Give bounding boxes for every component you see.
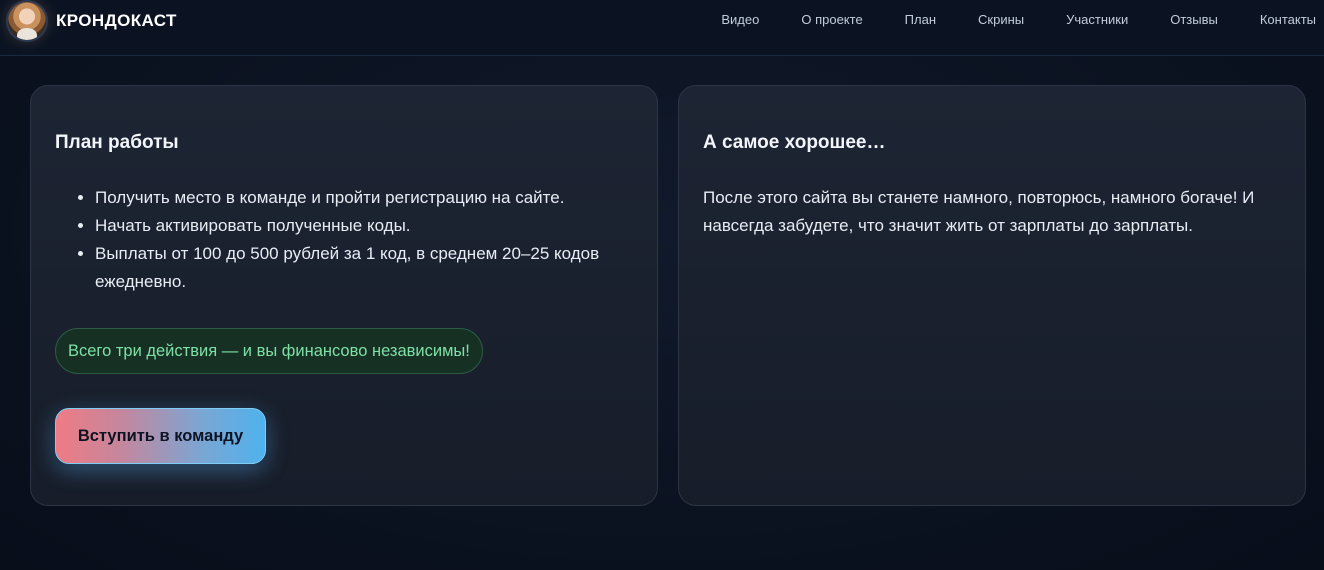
nav-link-members[interactable]: Участники [1066,12,1128,27]
site-header: КРОНДОКАСТ Видео О проекте План Скрины У… [0,0,1324,56]
main-nav: Видео О проекте План Скрины Участники От… [721,12,1316,27]
best-title: А самое хорошее… [703,132,886,153]
nav-link-contacts[interactable]: Контакты [1260,12,1316,27]
plan-card: План работы Получить место в команде и п… [30,85,658,506]
nav-link-screens[interactable]: Скрины [978,12,1024,27]
plan-list: Получить место в команде и пройти регист… [55,184,633,296]
highlight-badge: Всего три действия — и вы финансово неза… [55,328,483,374]
join-team-button[interactable]: Вступить в команду [55,408,266,464]
nav-link-about[interactable]: О проекте [801,12,862,27]
nav-link-plan[interactable]: План [905,12,936,27]
avatar [8,2,46,40]
plan-title: План работы [55,132,179,153]
plan-step-2: Начать активировать полученные коды. [95,212,633,240]
brand-name: КРОНДОКАСТ [56,11,177,30]
brand[interactable]: КРОНДОКАСТ [8,2,177,40]
plan-step-3: Выплаты от 100 до 500 рублей за 1 код, в… [95,240,633,296]
best-card: А самое хорошее… После этого сайта вы ст… [678,85,1306,506]
plan-step-1: Получить место в команде и пройти регист… [95,184,633,212]
best-text: После этого сайта вы станете намного, по… [703,188,1255,235]
nav-link-video[interactable]: Видео [721,12,759,27]
nav-link-reviews[interactable]: Отзывы [1170,12,1218,27]
